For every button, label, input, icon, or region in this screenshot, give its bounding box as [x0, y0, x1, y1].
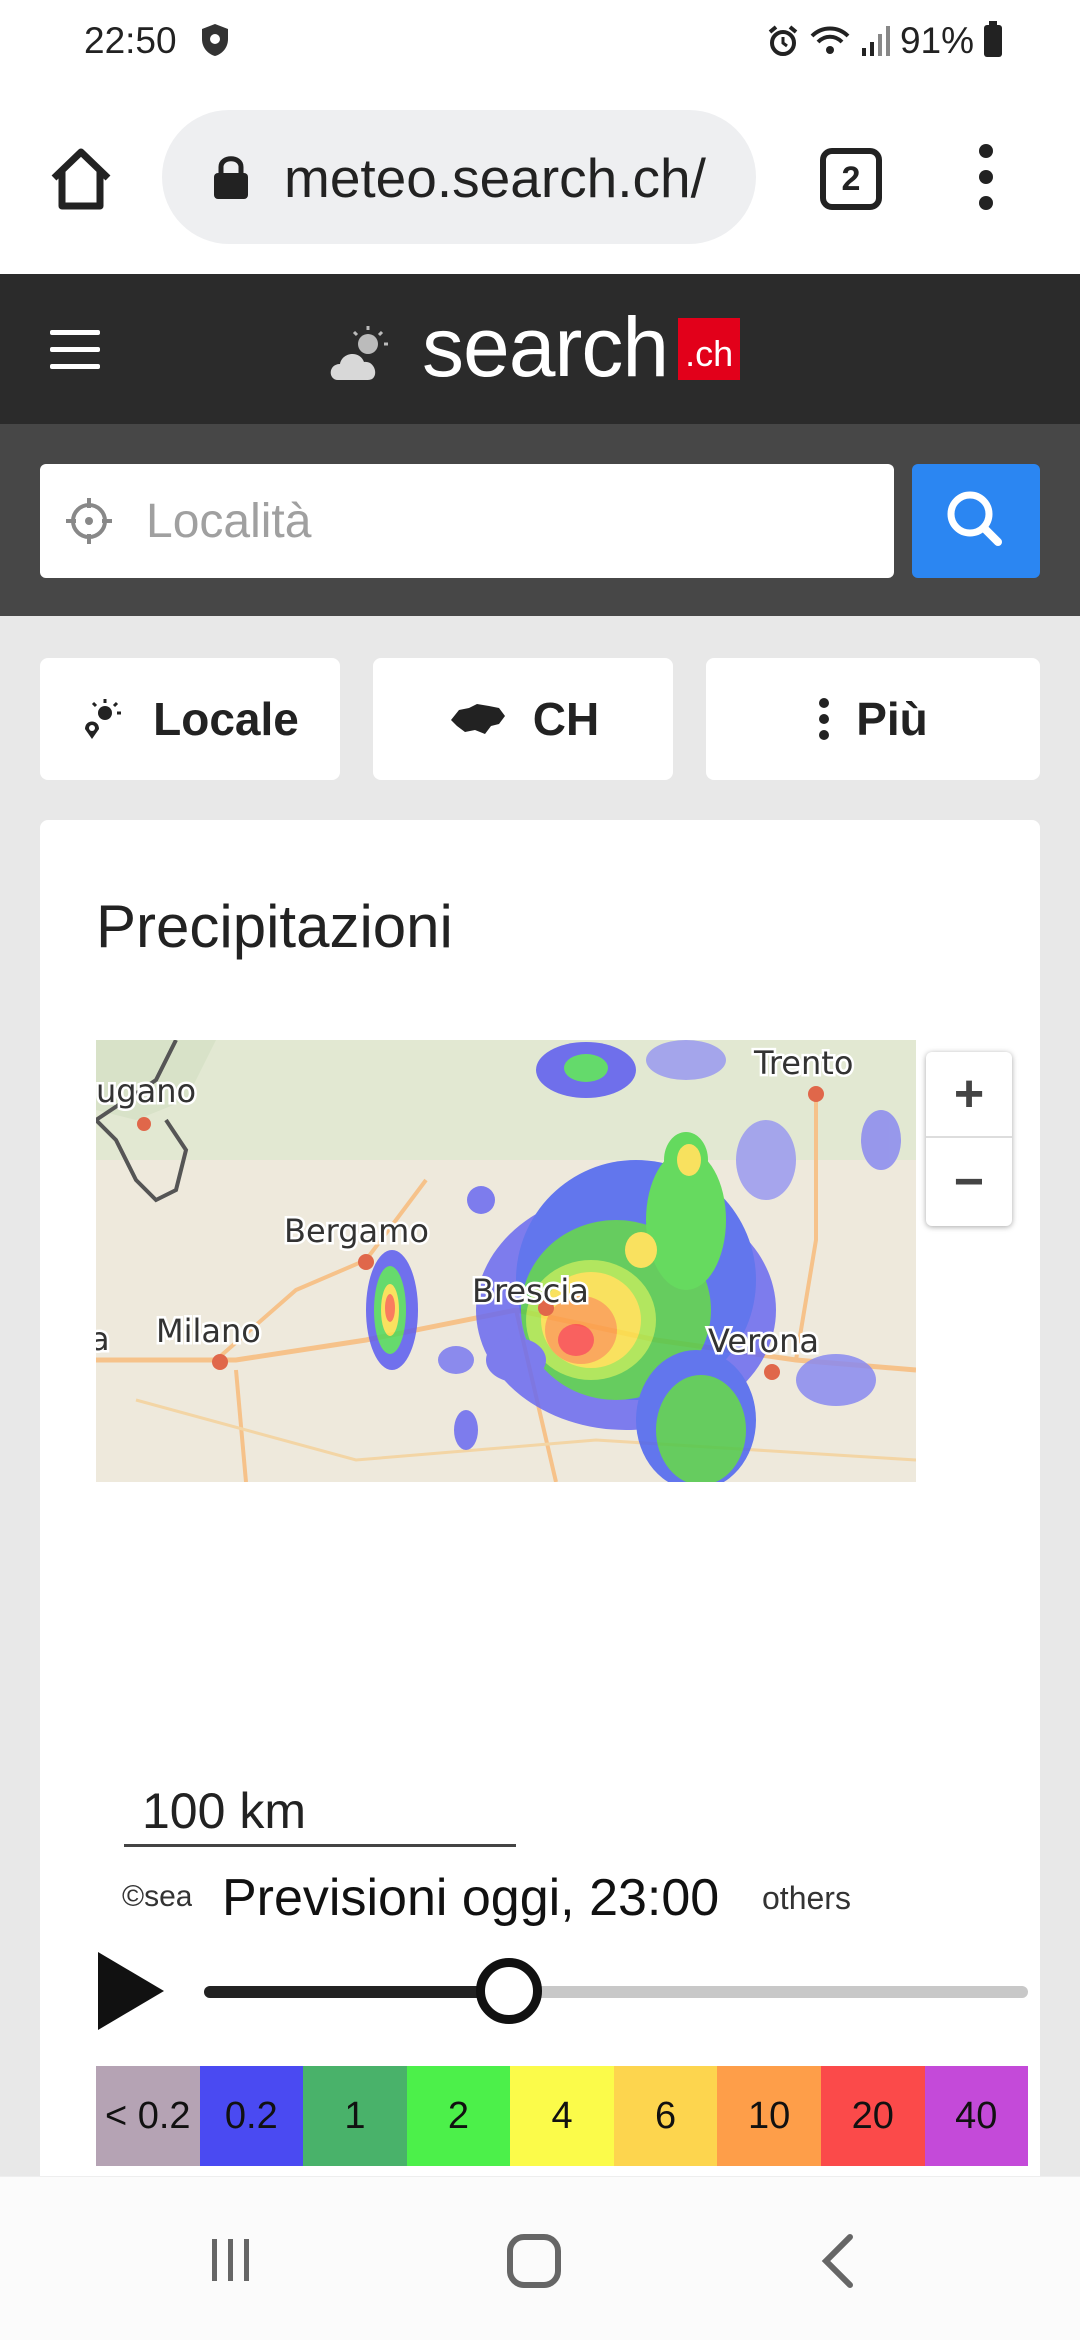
map-label-partial: a — [96, 1320, 110, 1358]
map-zoom-control: + − — [926, 1052, 1012, 1226]
page-content: Locale CH Più Precipitazioni ugano Trent… — [0, 616, 1080, 2200]
lock-icon — [214, 156, 248, 199]
nav-local-button[interactable]: Locale — [40, 658, 340, 780]
legend-cell: 2 — [406, 2066, 511, 2166]
logo-text: search — [422, 300, 669, 394]
battery-percent: 91% — [899, 20, 974, 61]
switzerland-map-icon — [450, 704, 505, 734]
legend-cell: 10 — [717, 2066, 821, 2166]
time-slider-track[interactable] — [204, 1986, 1028, 1998]
legend-cell: 0.2 — [199, 2066, 304, 2166]
status-time: 22:50 — [84, 20, 177, 61]
map-label-bergamo: Bergamo — [284, 1212, 429, 1250]
status-bar: 22:50 91% — [0, 0, 1080, 84]
logo-suffix: .ch — [678, 318, 741, 380]
local-weather-icon — [85, 699, 122, 739]
attribution-others[interactable]: others — [762, 1880, 851, 1917]
map-label-lugano: ugano — [96, 1072, 196, 1110]
legend-cell: 6 — [613, 2066, 718, 2166]
shield-icon — [202, 24, 228, 56]
map-label-trento: Trento — [753, 1044, 853, 1082]
time-slider-handle[interactable] — [475, 1958, 542, 2024]
wifi-icon — [810, 26, 850, 54]
nav-local-label: Locale — [153, 693, 299, 745]
card-title: Precipitazioni — [96, 893, 453, 960]
legend-cell: 40 — [924, 2066, 1029, 2166]
recent-apps-icon[interactable] — [206, 2235, 256, 2285]
map-label-brescia: Brescia — [472, 1272, 589, 1310]
time-slider-fill — [204, 1986, 509, 1998]
location-search-input[interactable] — [146, 484, 866, 558]
home-nav-icon[interactable] — [506, 2233, 562, 2289]
legend-cell: 4 — [510, 2066, 614, 2166]
play-icon[interactable] — [94, 1950, 166, 2032]
radar-map-graphic: ugano Trento Bergamo Milano Brescia Vero… — [96, 1040, 916, 1482]
precipitation-map[interactable]: ugano Trento Bergamo Milano Brescia Vero… — [96, 1040, 916, 1482]
browser-toolbar: meteo.search.ch/ 2 — [0, 84, 1080, 274]
signal-icon — [861, 26, 890, 56]
system-navigation-bar — [0, 2176, 1080, 2340]
precipitation-legend: < 0.2 0.2 1 2 4 6 10 20 40 — [96, 2066, 1029, 2166]
nav-ch-button[interactable]: CH — [373, 658, 673, 780]
search-icon — [947, 491, 1002, 546]
legend-cell: < 0.2 — [96, 2066, 200, 2166]
back-icon[interactable] — [818, 2233, 858, 2289]
hamburger-menu-icon[interactable] — [50, 330, 100, 369]
map-scale-bar — [124, 1844, 516, 1847]
legend-cell: 20 — [820, 2066, 925, 2166]
search-button[interactable] — [912, 464, 1040, 578]
tab-switcher-button[interactable]: 2 — [820, 148, 882, 210]
address-bar[interactable]: meteo.search.ch/ — [162, 110, 756, 244]
browser-menu-icon[interactable] — [974, 144, 998, 214]
search-bar — [0, 424, 1080, 616]
precipitation-card: Precipitazioni ugano Trento Bergamo Mila… — [40, 820, 1040, 2200]
map-label-milano: Milano — [156, 1312, 261, 1350]
search-field[interactable] — [40, 464, 894, 578]
legend-cell: 1 — [303, 2066, 407, 2166]
home-icon[interactable] — [46, 144, 116, 214]
nav-more-label: Più — [856, 693, 928, 745]
forecast-time-label: Previsioni oggi, 23:00 — [222, 1869, 720, 1927]
weather-logo-icon — [330, 326, 388, 380]
more-dots-icon — [819, 698, 830, 740]
status-icons: 91% — [766, 20, 1002, 62]
map-scale-label: 100 km — [142, 1783, 306, 1839]
locate-crosshair-icon[interactable] — [66, 498, 112, 544]
url-text: meteo.search.ch/ — [284, 147, 706, 209]
site-logo[interactable]: search .ch — [328, 300, 741, 394]
zoom-in-button[interactable]: + — [926, 1052, 1012, 1138]
map-label-verona: Verona — [708, 1322, 819, 1360]
map-copyright[interactable]: ©search.ch — [122, 1880, 192, 1914]
alarm-icon — [768, 25, 798, 56]
site-header: search .ch — [0, 274, 1080, 424]
battery-icon — [984, 21, 1002, 57]
nav-more-button[interactable]: Più — [706, 658, 1040, 780]
nav-ch-label: CH — [532, 693, 600, 745]
zoom-out-button[interactable]: − — [926, 1140, 1012, 1226]
